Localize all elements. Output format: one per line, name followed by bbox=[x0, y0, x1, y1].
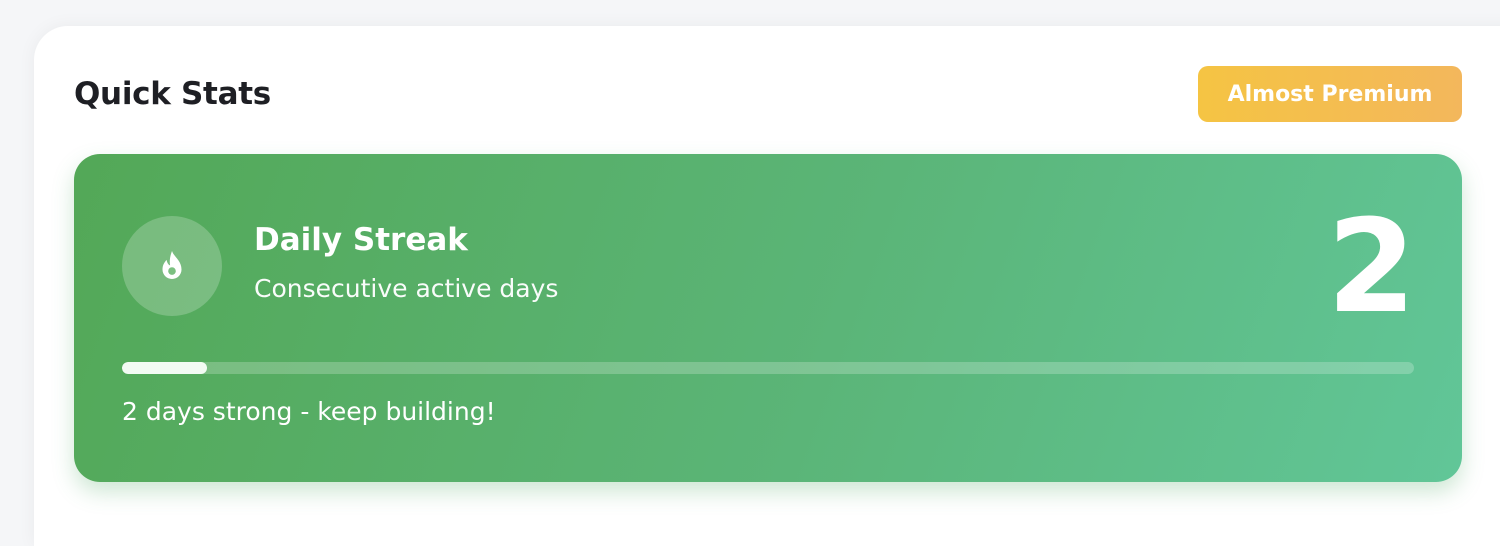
streak-progress-fill bbox=[122, 362, 208, 374]
streak-progress-bar bbox=[122, 362, 1414, 374]
panel-title: Quick Stats bbox=[74, 76, 271, 112]
streak-subtitle: Consecutive active days bbox=[254, 274, 559, 303]
daily-streak-card[interactable]: Daily Streak Consecutive active days 2 2… bbox=[74, 154, 1462, 482]
streak-progress-caption: 2 days strong - keep building! bbox=[122, 397, 496, 426]
quick-stats-panel: Quick Stats Almost Premium Daily Streak … bbox=[34, 26, 1500, 546]
streak-title: Daily Streak bbox=[254, 222, 468, 258]
streak-count: 2 bbox=[1326, 193, 1416, 342]
almost-premium-button[interactable]: Almost Premium bbox=[1198, 66, 1462, 122]
flame-icon bbox=[162, 250, 182, 279]
streak-icon-circle bbox=[122, 216, 222, 316]
